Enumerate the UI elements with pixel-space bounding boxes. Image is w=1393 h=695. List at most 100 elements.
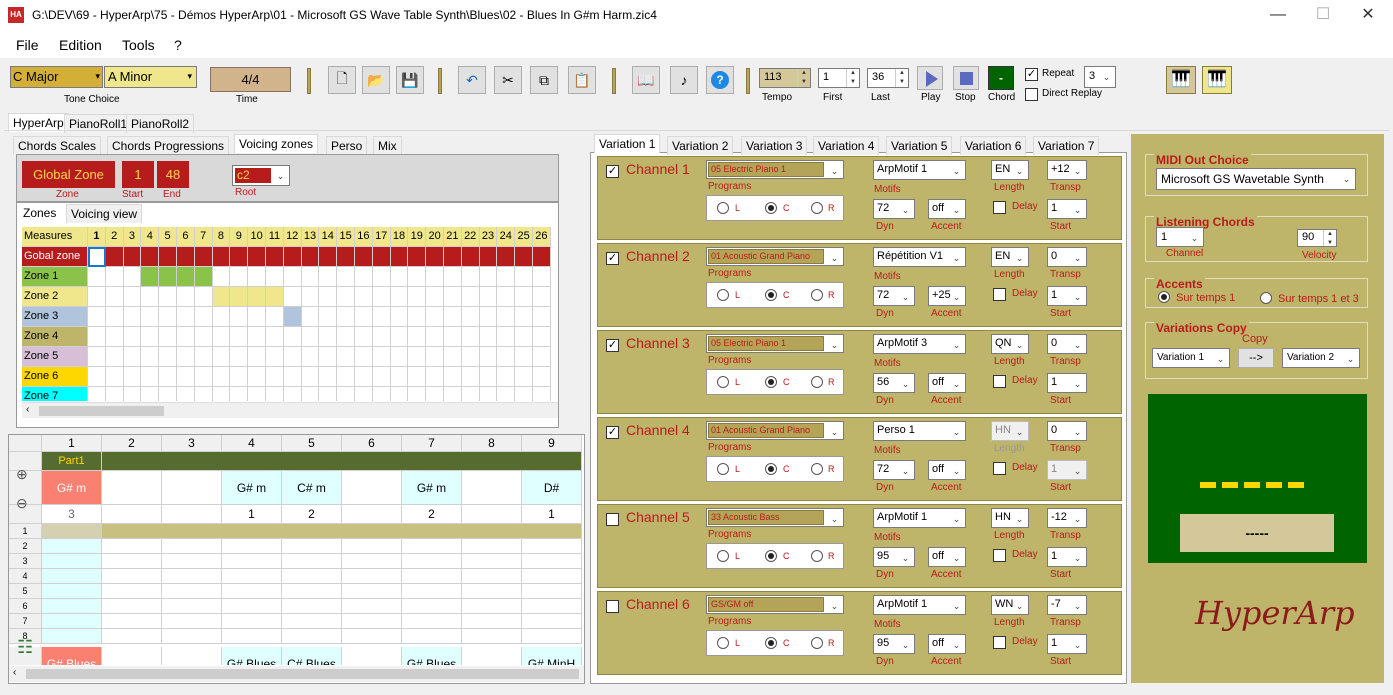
- zone-cell[interactable]: [141, 287, 160, 307]
- zone-cell[interactable]: [123, 387, 142, 401]
- chord-cell[interactable]: D#: [522, 471, 582, 505]
- measure-number[interactable]: 10: [248, 227, 266, 247]
- zone-cell[interactable]: [266, 347, 284, 367]
- accent-option-2-radio[interactable]: [1260, 292, 1272, 304]
- zone-cell[interactable]: [266, 367, 284, 387]
- dynamics-select[interactable]: 72 ⌄: [873, 286, 915, 306]
- zone-cell[interactable]: [426, 307, 444, 327]
- start-select[interactable]: 1 ⌄: [1047, 547, 1087, 567]
- zone-cell[interactable]: [355, 287, 373, 307]
- tab-variation-1[interactable]: Variation 1: [594, 134, 661, 153]
- zone-cell[interactable]: [337, 307, 355, 327]
- tab-variation-2[interactable]: Variation 2: [667, 136, 734, 155]
- pan-center-radio[interactable]: [765, 376, 777, 388]
- scroll-left-icon[interactable]: ‹: [26, 404, 29, 415]
- chord-column-header[interactable]: 1: [42, 435, 102, 452]
- program-select[interactable]: 05 Electric Piano 1 ⌄: [706, 160, 844, 179]
- program-select[interactable]: 01 Acoustic Grand Piano ⌄: [706, 247, 844, 266]
- zone-cell[interactable]: [177, 327, 195, 347]
- degree-cell[interactable]: 3: [42, 505, 102, 524]
- pan-center-radio[interactable]: [765, 637, 777, 649]
- zone-cell[interactable]: [88, 287, 106, 307]
- zone-cell[interactable]: [444, 347, 462, 367]
- grid-cell[interactable]: [162, 539, 222, 554]
- chord-column-header[interactable]: 6: [342, 435, 402, 452]
- grid-cell[interactable]: [102, 629, 162, 644]
- accent-select[interactable]: off ⌄: [928, 634, 966, 654]
- zone-cell[interactable]: [372, 347, 391, 367]
- zone-cell[interactable]: [159, 307, 177, 327]
- grid-cell[interactable]: [342, 584, 402, 599]
- zone-cell[interactable]: [533, 387, 551, 401]
- zoom-in-button[interactable]: ⊕: [16, 466, 34, 484]
- grid-cell[interactable]: [402, 569, 462, 584]
- grid-cell[interactable]: [342, 599, 402, 614]
- menu-help[interactable]: ?: [174, 37, 182, 53]
- zone-cell[interactable]: [283, 307, 302, 327]
- zone-cell[interactable]: [479, 347, 498, 367]
- zoom-out-button[interactable]: ⊖: [16, 495, 34, 513]
- zone-cell[interactable]: [355, 367, 373, 387]
- root-select[interactable]: c2 ⌄: [232, 165, 290, 186]
- zone-cell[interactable]: [266, 247, 284, 267]
- zone-cell[interactable]: [461, 347, 480, 367]
- repeat-checkbox[interactable]: ✓: [1025, 68, 1038, 81]
- zone-cell[interactable]: [319, 327, 338, 347]
- grid-cell[interactable]: [162, 554, 222, 569]
- length-select[interactable]: WN ⌄: [991, 595, 1029, 615]
- zone-cell[interactable]: [301, 347, 320, 367]
- zone-cell[interactable]: [88, 327, 106, 347]
- spinner-arrows-icon[interactable]: ▲ ▼: [797, 69, 810, 87]
- zone-cell[interactable]: [230, 347, 249, 367]
- zone-cell[interactable]: [444, 367, 462, 387]
- zone-cell[interactable]: [444, 267, 462, 287]
- delay-checkbox[interactable]: [993, 375, 1006, 388]
- chord-column-header[interactable]: 7: [402, 435, 462, 452]
- save-button[interactable]: 💾: [396, 66, 424, 94]
- tab-chords-scales[interactable]: Chords Scales: [13, 136, 102, 155]
- grid-cell[interactable]: [342, 569, 402, 584]
- grid-cell[interactable]: [522, 569, 582, 584]
- chord-column-header[interactable]: 3: [162, 435, 222, 452]
- zone-cell[interactable]: [301, 367, 320, 387]
- measure-number[interactable]: 8: [212, 227, 231, 247]
- delay-checkbox[interactable]: [993, 549, 1006, 562]
- grid-cell[interactable]: [102, 584, 162, 599]
- zone-cell[interactable]: [515, 327, 533, 347]
- zone-cell[interactable]: [159, 247, 177, 267]
- zone-cell[interactable]: [105, 287, 124, 307]
- scale-cell[interactable]: C# Blues: [282, 647, 342, 665]
- zone-cell[interactable]: [408, 287, 427, 307]
- zone-cell[interactable]: [372, 307, 391, 327]
- chord-cell[interactable]: [462, 471, 522, 505]
- grid-cell[interactable]: [462, 569, 522, 584]
- cut-button[interactable]: ✂: [494, 66, 522, 94]
- scale-cell[interactable]: [342, 647, 402, 665]
- dynamics-select[interactable]: 72 ⌄: [873, 199, 915, 219]
- zone-cell[interactable]: [230, 307, 249, 327]
- zone-cell[interactable]: [141, 347, 160, 367]
- last-spinner[interactable]: 36 ▲ ▼: [867, 68, 909, 88]
- zone-cell[interactable]: [283, 287, 302, 307]
- chord-cell[interactable]: G# m: [402, 471, 462, 505]
- repeat-count-select[interactable]: 3 ⌄: [1084, 66, 1116, 88]
- zone-cell[interactable]: [461, 387, 480, 401]
- pan-left-radio[interactable]: [717, 550, 729, 562]
- pan-center-radio[interactable]: [765, 463, 777, 475]
- zone-cell[interactable]: [337, 347, 355, 367]
- zone-cell[interactable]: [230, 327, 249, 347]
- zone-cell[interactable]: [515, 287, 533, 307]
- zone-cell[interactable]: [319, 267, 338, 287]
- scale-cell[interactable]: G# Blues: [402, 647, 462, 665]
- dynamics-select[interactable]: 72 ⌄: [873, 460, 915, 480]
- part-label[interactable]: Part1: [42, 452, 102, 471]
- scroll-left-icon[interactable]: ‹: [13, 667, 16, 678]
- channel-enable-checkbox[interactable]: ✓: [606, 426, 619, 439]
- measure-number[interactable]: 2: [105, 227, 124, 247]
- delay-checkbox[interactable]: [993, 462, 1006, 475]
- zone-cell[interactable]: [230, 367, 249, 387]
- pan-left-radio[interactable]: [717, 376, 729, 388]
- undo-button[interactable]: ↶: [458, 66, 486, 94]
- grid-cell[interactable]: [282, 554, 342, 569]
- degree-cell[interactable]: 2: [282, 505, 342, 524]
